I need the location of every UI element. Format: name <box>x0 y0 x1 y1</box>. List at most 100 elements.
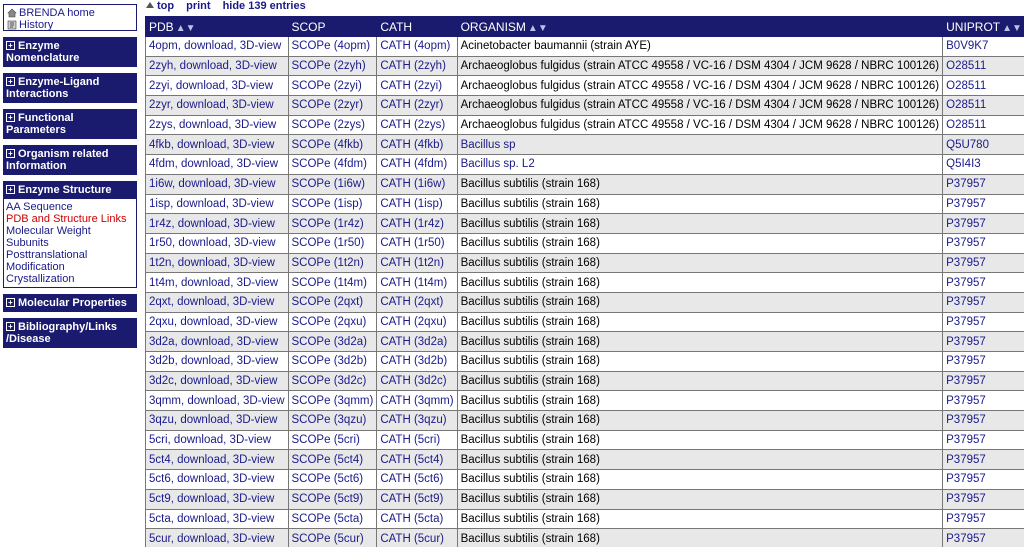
cell-uniprot[interactable]: O28511 <box>942 55 1024 77</box>
cell-uniprot[interactable]: P37957 <box>942 311 1024 333</box>
cell-scop[interactable]: SCOPe (4fkb) <box>287 134 378 156</box>
cell-uniprot[interactable]: O28511 <box>942 95 1024 116</box>
cell-pdb[interactable]: 5ct4, download, 3D-view <box>145 449 289 471</box>
cell-pdb[interactable]: 4fdm, download, 3D-view <box>145 154 289 175</box>
cell-scop[interactable]: SCOPe (5cur) <box>287 528 378 547</box>
sidebar-section-4[interactable]: + Enzyme Structure <box>3 181 137 199</box>
cell-cath[interactable]: CATH (2zyr) <box>376 95 458 116</box>
cell-cath[interactable]: CATH (2zyh) <box>376 55 458 77</box>
sidebar-item-1[interactable]: PDB and Structure Links <box>6 213 134 225</box>
cell-pdb[interactable]: 3d2a, download, 3D-view <box>145 331 289 352</box>
cell-cath[interactable]: CATH (5ct9) <box>376 488 458 510</box>
cell-uniprot[interactable]: P37957 <box>942 370 1024 392</box>
cell-scop[interactable]: SCOPe (1i6w) <box>287 173 378 195</box>
cell-scop[interactable]: SCOPe (5ct9) <box>287 488 378 510</box>
sort-arrows-icon[interactable]: ▲▼ <box>1002 23 1022 34</box>
cell-scop[interactable]: SCOPe (1isp) <box>287 193 378 215</box>
cell-cath[interactable]: CATH (5cur) <box>376 528 458 547</box>
cell-scop[interactable]: SCOPe (2zyr) <box>287 95 378 116</box>
sidebar-item-5[interactable]: Crystallization <box>6 273 134 285</box>
sidebar-section-3[interactable]: + Organism related Information <box>3 145 137 175</box>
cell-scop[interactable]: SCOPe (4opm) <box>287 36 378 57</box>
cell-scop[interactable]: SCOPe (5ct6) <box>287 469 378 490</box>
cell-scop[interactable]: SCOPe (2zyh) <box>287 55 378 77</box>
cell-uniprot[interactable]: P37957 <box>942 252 1024 274</box>
cell-uniprot[interactable]: P37957 <box>942 351 1024 372</box>
cell-uniprot[interactable]: P37957 <box>942 528 1024 547</box>
print-link[interactable]: print <box>186 0 210 13</box>
cell-scop[interactable]: SCOPe (3d2a) <box>287 331 378 352</box>
cell-pdb[interactable]: 4fkb, download, 3D-view <box>145 134 289 156</box>
sidebar-section-1[interactable]: + Enzyme-Ligand Interactions <box>3 73 137 103</box>
sidebar-section-6[interactable]: + Bibliography/Links /Disease <box>3 318 137 348</box>
cell-pdb[interactable]: 2zyh, download, 3D-view <box>145 55 289 77</box>
cell-pdb[interactable]: 5ct6, download, 3D-view <box>145 469 289 490</box>
cell-cath[interactable]: CATH (1r4z) <box>376 213 458 234</box>
cell-pdb[interactable]: 3d2c, download, 3D-view <box>145 370 289 392</box>
cell-pdb[interactable]: 2qxt, download, 3D-view <box>145 291 289 313</box>
cell-pdb[interactable]: 1isp, download, 3D-view <box>145 193 289 215</box>
cell-uniprot[interactable]: P37957 <box>942 410 1024 431</box>
cell-pdb[interactable]: 5ct9, download, 3D-view <box>145 488 289 510</box>
cell-pdb[interactable]: 1r4z, download, 3D-view <box>145 213 289 234</box>
hide-entries-link[interactable]: hide 139 entries <box>223 0 306 13</box>
cell-uniprot[interactable]: O28511 <box>942 114 1024 136</box>
cell-scop[interactable]: SCOPe (5ct4) <box>287 449 378 471</box>
history-link[interactable]: History <box>7 19 133 31</box>
cell-uniprot[interactable]: P37957 <box>942 193 1024 215</box>
cell-pdb[interactable]: 3d2b, download, 3D-view <box>145 351 289 372</box>
cell-uniprot[interactable]: P37957 <box>942 331 1024 352</box>
cell-organism[interactable]: Bacillus sp. L2 <box>456 154 944 175</box>
cell-uniprot[interactable]: P37957 <box>942 469 1024 490</box>
cell-uniprot[interactable]: P37957 <box>942 173 1024 195</box>
cell-cath[interactable]: CATH (2zyi) <box>376 75 458 97</box>
cell-uniprot[interactable]: O28511 <box>942 75 1024 97</box>
sort-arrows-icon[interactable]: ▲▼ <box>176 23 196 34</box>
cell-cath[interactable]: CATH (5ct6) <box>376 469 458 490</box>
cell-pdb[interactable]: 2zyi, download, 3D-view <box>145 75 289 97</box>
home-link[interactable]: BRENDA home <box>7 7 133 19</box>
cell-uniprot[interactable]: P37957 <box>942 429 1024 451</box>
cell-cath[interactable]: CATH (1r50) <box>376 232 458 254</box>
sidebar-section-5[interactable]: + Molecular Properties <box>3 294 137 312</box>
cell-uniprot[interactable]: P37957 <box>942 272 1024 293</box>
cell-cath[interactable]: CATH (1t2n) <box>376 252 458 274</box>
cell-scop[interactable]: SCOPe (2qxt) <box>287 291 378 313</box>
cell-pdb[interactable]: 5cta, download, 3D-view <box>145 508 289 530</box>
cell-cath[interactable]: CATH (4fkb) <box>376 134 458 156</box>
cell-cath[interactable]: CATH (3qmm) <box>376 390 458 412</box>
cell-scop[interactable]: SCOPe (4fdm) <box>287 154 378 175</box>
sort-arrows-icon[interactable]: ▲▼ <box>528 23 548 34</box>
cell-pdb[interactable]: 3qzu, download, 3D-view <box>145 410 289 431</box>
cell-uniprot[interactable]: P37957 <box>942 213 1024 234</box>
cell-cath[interactable]: CATH (3d2a) <box>376 331 458 352</box>
sidebar-item-3[interactable]: Subunits <box>6 237 134 249</box>
cell-cath[interactable]: CATH (3qzu) <box>376 410 458 431</box>
cell-scop[interactable]: SCOPe (5cri) <box>287 429 378 451</box>
cell-cath[interactable]: CATH (3d2b) <box>376 351 458 372</box>
cell-uniprot[interactable]: P37957 <box>942 232 1024 254</box>
sidebar-item-4[interactable]: Posttranslational Modification <box>6 249 134 273</box>
cell-organism[interactable]: Bacillus sp <box>456 134 944 156</box>
cell-pdb[interactable]: 2qxu, download, 3D-view <box>145 311 289 333</box>
cell-pdb[interactable]: 1t2n, download, 3D-view <box>145 252 289 274</box>
cell-cath[interactable]: CATH (2zys) <box>376 114 458 136</box>
cell-cath[interactable]: CATH (5ct4) <box>376 449 458 471</box>
cell-scop[interactable]: SCOPe (5cta) <box>287 508 378 530</box>
cell-pdb[interactable]: 2zyr, download, 3D-view <box>145 95 289 116</box>
cell-cath[interactable]: CATH (4opm) <box>376 36 458 57</box>
cell-uniprot[interactable]: B0V9K7 <box>942 36 1024 57</box>
cell-scop[interactable]: SCOPe (3d2c) <box>287 370 378 392</box>
cell-pdb[interactable]: 1t4m, download, 3D-view <box>145 272 289 293</box>
cell-cath[interactable]: CATH (4fdm) <box>376 154 458 175</box>
cell-uniprot[interactable]: P37957 <box>942 508 1024 530</box>
cell-scop[interactable]: SCOPe (2zys) <box>287 114 378 136</box>
cell-cath[interactable]: CATH (1t4m) <box>376 272 458 293</box>
cell-scop[interactable]: SCOPe (3qmm) <box>287 390 378 412</box>
cell-cath[interactable]: CATH (5cri) <box>376 429 458 451</box>
cell-uniprot[interactable]: P37957 <box>942 449 1024 471</box>
cell-cath[interactable]: CATH (2qxu) <box>376 311 458 333</box>
column-header-organism[interactable]: ORGANISM ▲▼ <box>456 16 944 37</box>
cell-scop[interactable]: SCOPe (1t4m) <box>287 272 378 293</box>
cell-pdb[interactable]: 5cri, download, 3D-view <box>145 429 289 451</box>
